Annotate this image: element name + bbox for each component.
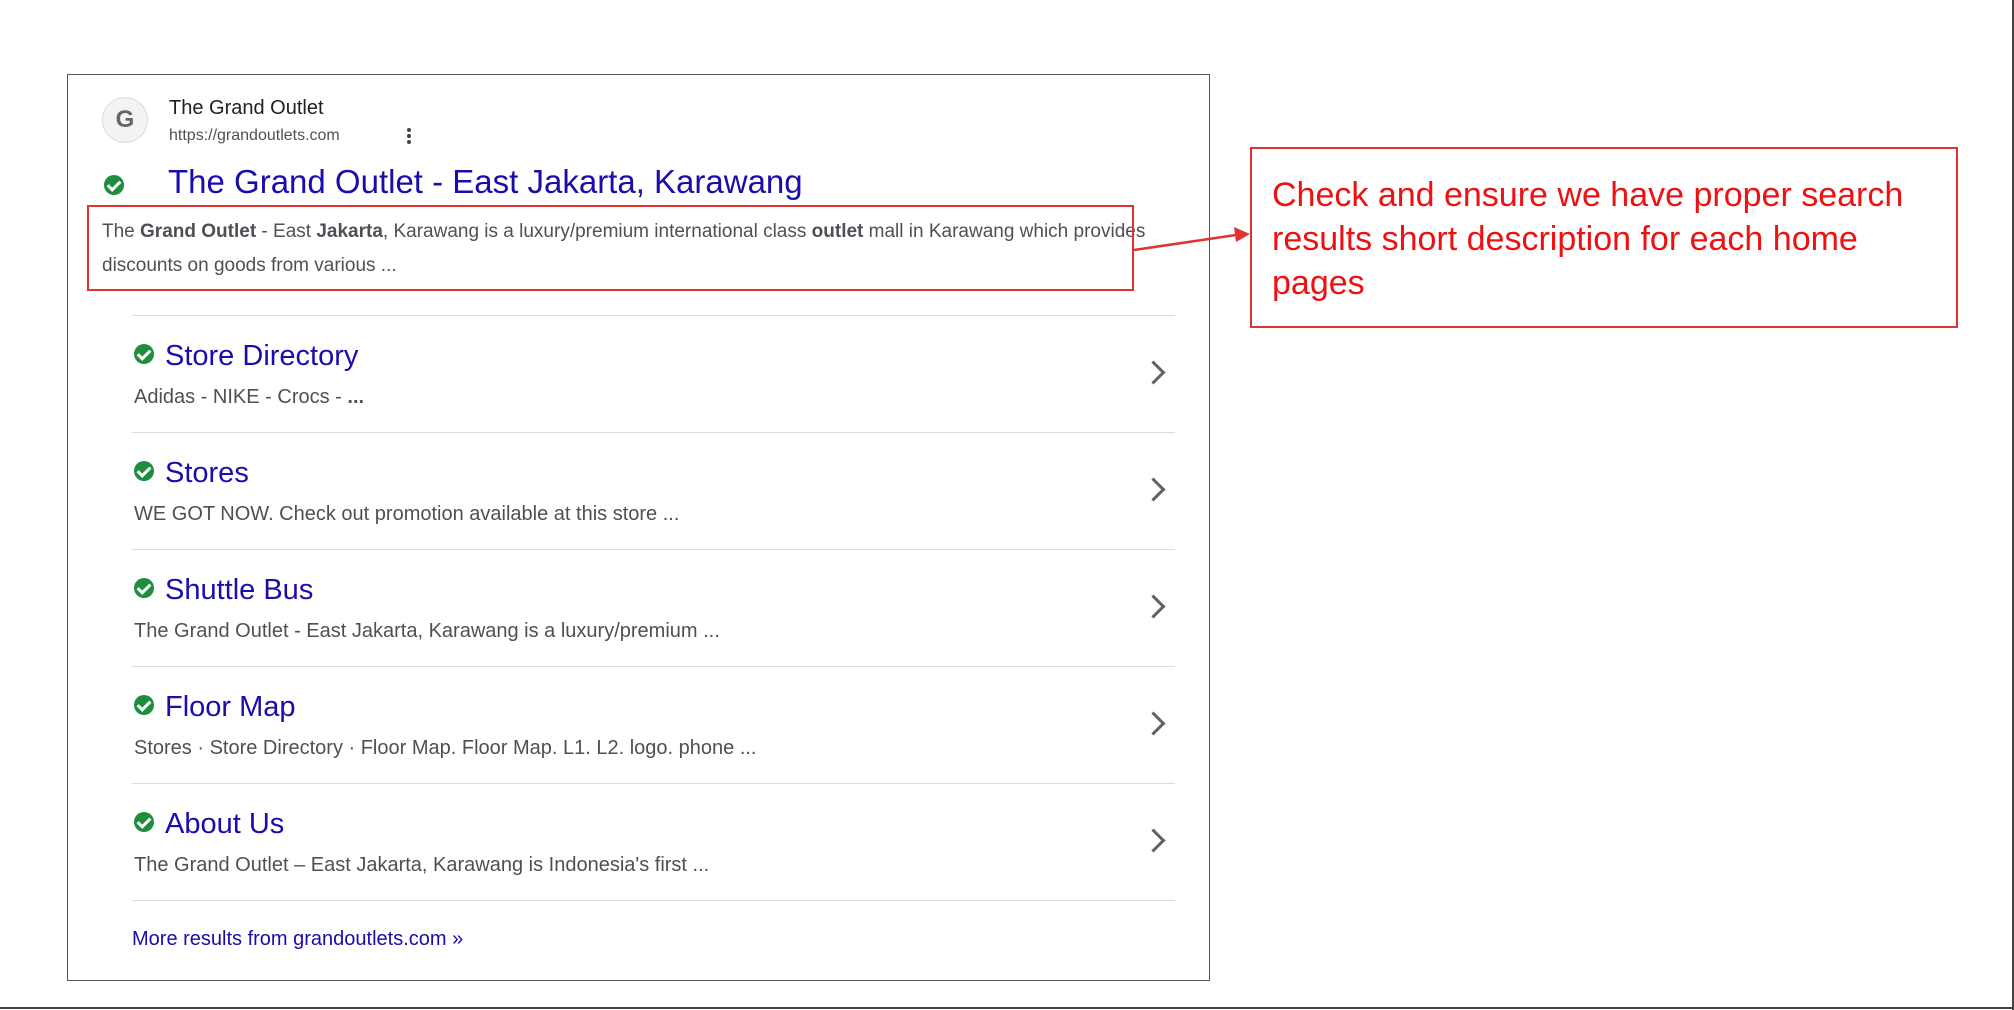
snippet-highlight-box	[87, 205, 1134, 291]
verified-check-icon	[134, 812, 154, 832]
favicon-letter: G	[115, 106, 135, 133]
result-title-link[interactable]: The Grand Outlet - East Jakarta, Karawan…	[168, 163, 803, 201]
annotation-arrow	[1133, 227, 1250, 252]
more-results-link[interactable]: More results from grandoutlets.com »	[132, 928, 463, 951]
verified-check-icon	[134, 344, 154, 364]
verified-check-icon	[134, 578, 154, 598]
sitelink-title[interactable]: About Us	[165, 808, 284, 841]
chevron-right-icon[interactable]	[1141, 594, 1166, 619]
sitelink-desc-bold: ...	[347, 386, 365, 408]
sitelink-title[interactable]: Floor Map	[165, 691, 296, 724]
more-options-icon[interactable]	[403, 126, 415, 150]
chevron-right-icon[interactable]	[1141, 828, 1166, 853]
sitelink-title[interactable]: Shuttle Bus	[165, 574, 313, 607]
site-url[interactable]: https://grandoutlets.com	[169, 127, 340, 145]
sitelink-desc: WE GOT NOW. Check out promotion availabl…	[134, 503, 680, 525]
sitelink-desc: Stores · Store Directory · Floor Map. Fl…	[134, 737, 757, 759]
sitelink-floor-map[interactable]: Floor Map Stores · Store Directory · Flo…	[132, 666, 1175, 783]
sitelink-about-us[interactable]: About Us The Grand Outlet – East Jakarta…	[132, 783, 1175, 900]
sitelink-title[interactable]: Stores	[165, 457, 249, 490]
sitelinks-list: Store Directory Adidas - NIKE - Crocs - …	[132, 315, 1175, 901]
chevron-right-icon[interactable]	[1141, 711, 1166, 736]
sitelink-desc-text: Adidas - NIKE - Crocs -	[134, 386, 348, 408]
callout-text: Check and ensure we have proper search r…	[1272, 176, 1904, 302]
sitelink-desc: The Grand Outlet - East Jakarta, Karawan…	[134, 620, 720, 642]
verified-check-icon	[104, 175, 124, 195]
sitelinks-divider	[132, 900, 1175, 901]
sitelink-stores[interactable]: Stores WE GOT NOW. Check out promotion a…	[132, 432, 1175, 549]
chevron-right-icon[interactable]	[1141, 360, 1166, 385]
sitelink-shuttle-bus[interactable]: Shuttle Bus The Grand Outlet - East Jaka…	[132, 549, 1175, 666]
site-favicon: G	[102, 97, 148, 143]
verified-check-icon	[134, 695, 154, 715]
sitelink-store-directory[interactable]: Store Directory Adidas - NIKE - Crocs - …	[132, 315, 1175, 432]
slide-border-bottom	[0, 1007, 2014, 1009]
sitelink-desc: The Grand Outlet – East Jakarta, Karawan…	[134, 854, 710, 876]
chevron-right-icon[interactable]	[1141, 477, 1166, 502]
site-name[interactable]: The Grand Outlet	[169, 97, 324, 120]
annotation-callout: Check and ensure we have proper search r…	[1250, 147, 1958, 328]
verified-check-icon	[134, 461, 154, 481]
sitelink-desc: Adidas - NIKE - Crocs - ...	[134, 386, 364, 409]
sitelink-title[interactable]: Store Directory	[165, 340, 358, 373]
